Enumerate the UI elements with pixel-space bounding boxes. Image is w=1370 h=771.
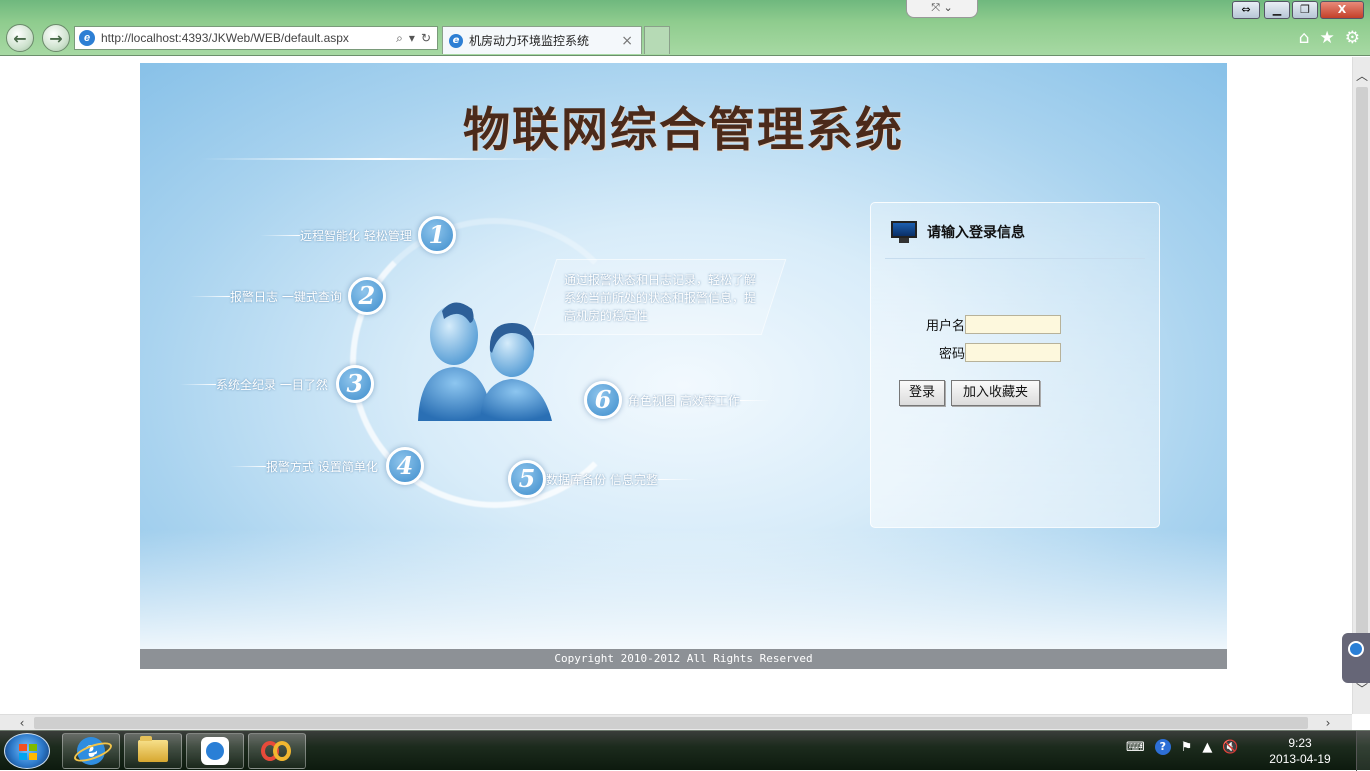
taskbar-explorer[interactable] bbox=[124, 733, 182, 769]
login-header: 请输入登录信息 bbox=[891, 221, 1025, 243]
clock-date: 2013-04-19 bbox=[1269, 752, 1331, 766]
scroll-left-icon[interactable]: ‹ bbox=[14, 715, 30, 731]
feature-line bbox=[260, 234, 300, 236]
tab-close-icon[interactable]: × bbox=[621, 33, 633, 49]
title-underline bbox=[200, 158, 560, 160]
taskbar-xmanager[interactable] bbox=[248, 733, 306, 769]
horizontal-scrollbar[interactable]: ‹ › bbox=[0, 714, 1352, 730]
login-page-background: 物联网综合管理系统 远程智能化 轻松管理 1 报警日志 一键式查询 2 系统全纪… bbox=[140, 63, 1227, 649]
taskbar-ie[interactable]: e bbox=[62, 733, 120, 769]
feature-3-text: 系统全纪录 一目了然 bbox=[216, 377, 328, 392]
refresh-icon[interactable]: ↻ bbox=[421, 31, 431, 46]
vertical-scrollbar[interactable]: ︿ ﹀ bbox=[1352, 57, 1370, 714]
help-icon[interactable]: ? bbox=[1154, 739, 1171, 755]
callout-text: 通过报警状态和日志记录，轻松了解系统当前所处的状态和报警信息，提高机房的稳定性 bbox=[564, 273, 757, 323]
system-tray: ⌨ ? ⚑ ▲ 🔇 bbox=[1126, 739, 1239, 755]
password-input[interactable] bbox=[965, 343, 1061, 362]
compat-button[interactable]: ⇔ bbox=[1232, 1, 1260, 19]
show-desktop-button[interactable] bbox=[1356, 731, 1370, 771]
feature-5-badge: 5 bbox=[508, 460, 546, 498]
username-label: 用户名 bbox=[925, 319, 965, 334]
feature-1-text: 远程智能化 轻松管理 bbox=[300, 228, 412, 243]
login-panel: 请输入登录信息 用户名 密码 登录 加入收藏夹 bbox=[870, 202, 1160, 528]
teamviewer-side-tab[interactable] bbox=[1342, 633, 1370, 683]
monitor-icon bbox=[891, 221, 917, 243]
window-controls: ▁ ❐ X bbox=[1264, 1, 1364, 19]
maximize-button[interactable]: ❐ bbox=[1292, 1, 1318, 19]
feature-6-text: 角色视图 高效率工作 bbox=[628, 393, 740, 408]
feature-6-badge: 6 bbox=[584, 381, 622, 419]
feature-1: 远程智能化 轻松管理 1 bbox=[260, 216, 456, 254]
new-tab-button[interactable] bbox=[644, 26, 670, 54]
home-icon[interactable]: ⌂ bbox=[1299, 28, 1310, 48]
feature-5-text: 数据库备份 信息完整 bbox=[546, 472, 658, 487]
feature-2: 报警日志 一键式查询 2 bbox=[190, 277, 386, 315]
action-center-flag-icon[interactable]: ⚑ bbox=[1181, 740, 1193, 755]
browser-chrome: ⤧ ⌄ ⇔ ▁ ❐ X ← → e http://localhost:4393/… bbox=[0, 0, 1370, 56]
feature-4-badge: 4 bbox=[385, 447, 424, 485]
windows-flag-icon bbox=[19, 744, 37, 760]
feature-2-text: 报警日志 一键式查询 bbox=[230, 289, 342, 304]
pinned-pill[interactable]: ⤧ ⌄ bbox=[906, 0, 978, 18]
password-label: 密码 bbox=[938, 347, 965, 362]
feature-line bbox=[739, 399, 770, 401]
tab-active[interactable]: e 机房动力环境监控系统 × bbox=[442, 26, 642, 54]
address-tools: ⌕ ▾ ↻ bbox=[396, 31, 431, 46]
taskbar-teamviewer[interactable] bbox=[186, 733, 244, 769]
copyright-footer: Copyright 2010-2012 All Rights Reserved bbox=[140, 649, 1227, 669]
url-text[interactable]: http://localhost:4393/JKWeb/WEB/default.… bbox=[101, 31, 396, 45]
login-button[interactable]: 登录 bbox=[899, 380, 945, 406]
teamviewer-icon bbox=[1348, 641, 1364, 657]
speaker-muted-icon[interactable]: 🔇 bbox=[1222, 740, 1238, 755]
clock-time: 9:23 bbox=[1288, 736, 1312, 750]
feature-6: 6 角色视图 高效率工作 bbox=[584, 381, 770, 419]
tab-favicon-icon: e bbox=[449, 33, 463, 48]
feature-line bbox=[180, 383, 216, 385]
favorites-star-icon[interactable]: ★ bbox=[1320, 28, 1335, 48]
toolbar-icons: ⌂ ★ ⚙ bbox=[1299, 28, 1360, 48]
taskbar-clock[interactable]: 9:23 2013-04-19 bbox=[1268, 735, 1332, 767]
search-icon[interactable]: ⌕ bbox=[396, 31, 403, 46]
horizontal-scroll-thumb[interactable] bbox=[34, 717, 1308, 729]
add-favorite-button[interactable]: 加入收藏夹 bbox=[951, 380, 1040, 406]
address-bar[interactable]: e http://localhost:4393/JKWeb/WEB/defaul… bbox=[74, 26, 438, 50]
taskbar: e ⌨ ? ⚑ ▲ 🔇 9:23 2013-04-19 bbox=[0, 730, 1370, 771]
feature-3: 系统全纪录 一目了然 3 bbox=[180, 365, 374, 403]
username-row: 用户名 bbox=[871, 315, 1159, 334]
scroll-up-icon[interactable]: ︿ bbox=[1353, 67, 1370, 85]
xmanager-icon bbox=[261, 741, 293, 761]
feature-line bbox=[190, 295, 230, 297]
login-title: 请输入登录信息 bbox=[927, 225, 1025, 241]
folder-icon bbox=[138, 736, 168, 762]
close-button[interactable]: X bbox=[1320, 1, 1364, 19]
feature-2-badge: 2 bbox=[347, 277, 386, 315]
tray-expand-icon[interactable]: ▲ bbox=[1202, 740, 1212, 755]
scroll-right-icon[interactable]: › bbox=[1320, 715, 1336, 731]
bottom-glow bbox=[140, 529, 1227, 649]
page-viewport: 物联网综合管理系统 远程智能化 轻松管理 1 报警日志 一键式查询 2 系统全纪… bbox=[0, 57, 1352, 714]
dropdown-icon[interactable]: ▾ bbox=[409, 31, 415, 46]
minimize-button[interactable]: ▁ bbox=[1264, 1, 1290, 19]
username-input[interactable] bbox=[965, 315, 1061, 334]
feature-5: 5 数据库备份 信息完整 bbox=[508, 460, 698, 498]
keyboard-icon[interactable]: ⌨ bbox=[1126, 740, 1145, 755]
tab-title: 机房动力环境监控系统 bbox=[469, 34, 590, 48]
start-button[interactable] bbox=[4, 733, 50, 769]
feature-3-badge: 3 bbox=[335, 365, 374, 403]
back-button[interactable]: ← bbox=[6, 24, 34, 52]
feature-1-badge: 1 bbox=[417, 216, 456, 254]
password-row: 密码 bbox=[871, 343, 1159, 362]
login-divider bbox=[885, 258, 1145, 259]
system-title: 物联网综合管理系统 bbox=[463, 103, 904, 158]
forward-button[interactable]: → bbox=[42, 24, 70, 52]
feature-line bbox=[230, 465, 266, 467]
vertical-scroll-thumb[interactable] bbox=[1356, 87, 1368, 667]
feature-line bbox=[657, 478, 698, 480]
settings-gear-icon[interactable]: ⚙ bbox=[1345, 28, 1360, 48]
feature-4: 报警方式 设置简单化 4 bbox=[230, 447, 424, 485]
feature-4-text: 报警方式 设置简单化 bbox=[266, 459, 378, 474]
internet-explorer-icon: e bbox=[77, 737, 105, 765]
teamviewer-icon bbox=[201, 737, 229, 765]
ie-icon: e bbox=[79, 30, 95, 46]
